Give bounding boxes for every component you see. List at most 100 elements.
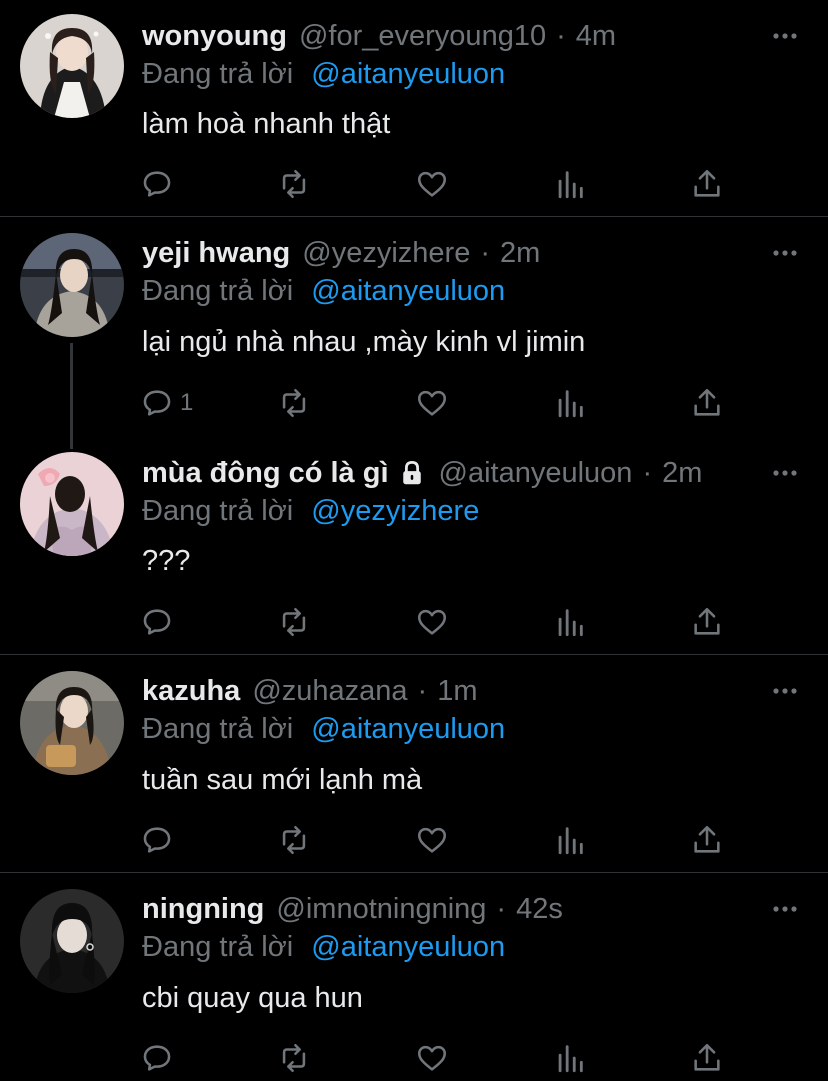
more-icon[interactable] <box>770 894 800 924</box>
tweet-actions <box>0 164 828 204</box>
timestamp[interactable]: 1m <box>437 671 477 711</box>
avatar[interactable] <box>20 14 124 118</box>
share-icon <box>694 825 720 853</box>
tweet-text: ??? <box>142 545 191 577</box>
avatar[interactable] <box>20 671 124 775</box>
share-button[interactable] <box>690 164 724 204</box>
reply-to-mention[interactable]: @aitanyeuluon <box>311 275 505 307</box>
username[interactable]: @aitanyeuluon <box>439 453 633 493</box>
views-button[interactable] <box>553 164 587 204</box>
reply-icon <box>143 609 171 635</box>
retweet-button[interactable] <box>277 1038 311 1078</box>
separator-dot: · <box>417 675 428 707</box>
replying-to-label: Đang trả lời <box>142 931 294 963</box>
timestamp[interactable]: 2m <box>662 453 702 493</box>
reply-count: 1 <box>180 389 194 416</box>
username[interactable]: @for_everyoung10 <box>299 16 546 56</box>
tweet-actions <box>0 820 828 860</box>
avatar[interactable] <box>20 452 124 556</box>
like-button[interactable] <box>415 602 449 642</box>
more-icon[interactable] <box>770 21 800 51</box>
views-icon <box>558 609 583 637</box>
more-icon[interactable] <box>770 458 800 488</box>
reply-to-mention[interactable]: @yezyizhere <box>311 495 479 527</box>
like-button[interactable] <box>415 164 449 204</box>
retweet-button[interactable] <box>277 164 311 204</box>
more-icon[interactable] <box>770 676 800 706</box>
reply-button[interactable]: 1 <box>140 383 193 423</box>
tweet[interactable]: mùa đông có là gì @aitanyeuluon · 2m Đan… <box>0 436 828 654</box>
retweet-icon <box>282 825 306 855</box>
display-name[interactable]: mùa đông có là gì <box>142 453 389 493</box>
reply-button[interactable] <box>140 1038 180 1078</box>
display-name[interactable]: ningning <box>142 889 264 929</box>
more-icon[interactable] <box>770 238 800 268</box>
reply-to-mention[interactable]: @aitanyeuluon <box>311 931 505 963</box>
display-name[interactable]: wonyoung <box>142 16 287 56</box>
share-button[interactable] <box>690 602 724 642</box>
reply-feed: wonyoung @for_everyoung10 · 4m Đang trả … <box>0 0 828 1081</box>
tweet-text: tuần sau mới lạnh mà <box>142 764 423 796</box>
reply-button[interactable] <box>140 164 180 204</box>
share-icon <box>694 607 720 635</box>
avatar[interactable] <box>20 889 124 993</box>
display-name[interactable]: kazuha <box>142 671 240 711</box>
retweet-button[interactable] <box>277 602 311 642</box>
tweet[interactable]: ningning @imnotningning · 42s Đang trả l… <box>0 873 828 1081</box>
separator-dot: · <box>642 457 653 489</box>
share-icon <box>694 1043 720 1071</box>
share-icon <box>694 169 720 197</box>
reply-to-mention[interactable]: @aitanyeuluon <box>311 713 505 745</box>
share-button[interactable] <box>690 383 724 423</box>
tweet-text: lại ngủ nhà nhau ,mày kinh vl jimin <box>142 326 586 358</box>
views-button[interactable] <box>553 1038 587 1078</box>
reply-button[interactable] <box>140 602 180 642</box>
like-icon <box>417 171 447 197</box>
share-button[interactable] <box>690 1038 724 1078</box>
tweet-text: cbi quay qua hun <box>142 982 363 1014</box>
views-button[interactable] <box>553 602 587 642</box>
tweet[interactable]: yeji hwang @yezyizhere · 2m Đang trả lời… <box>0 217 828 449</box>
replying-to-label: Đang trả lời <box>142 275 294 307</box>
tweet-actions <box>0 602 828 642</box>
separator-dot: · <box>480 237 490 269</box>
retweet-button[interactable] <box>277 820 311 860</box>
views-icon <box>558 827 583 855</box>
tweet-actions: 1 <box>0 383 828 423</box>
timestamp[interactable]: 2m <box>500 233 540 273</box>
timestamp[interactable]: 4m <box>576 16 616 56</box>
retweet-icon <box>282 169 306 199</box>
reply-to-mention[interactable]: @aitanyeuluon <box>311 58 505 90</box>
tweet[interactable]: kazuha @zuhazana · 1m Đang trả lời @aita… <box>0 655 828 872</box>
reply-icon <box>143 827 171 853</box>
share-button[interactable] <box>690 820 724 860</box>
display-name[interactable]: yeji hwang <box>142 233 290 273</box>
replying-to-label: Đang trả lời <box>142 713 294 745</box>
username[interactable]: @imnotningning <box>276 889 486 929</box>
views-icon <box>558 1045 583 1073</box>
tweet-actions <box>0 1038 828 1078</box>
retweet-button[interactable] <box>277 383 311 423</box>
views-icon <box>558 390 583 418</box>
replying-to-label: Đang trả lời <box>142 495 294 527</box>
like-button[interactable] <box>415 383 449 423</box>
tweet-text: làm hoà nhanh thật <box>142 108 391 140</box>
like-button[interactable] <box>415 1038 449 1078</box>
like-icon <box>417 827 447 853</box>
like-icon <box>417 1045 447 1071</box>
reply-button[interactable] <box>140 820 180 860</box>
avatar[interactable] <box>20 233 124 337</box>
reply-icon <box>143 1045 171 1071</box>
timestamp[interactable]: 42s <box>516 889 563 929</box>
retweet-icon <box>282 607 306 637</box>
views-button[interactable] <box>553 820 587 860</box>
like-button[interactable] <box>415 820 449 860</box>
reply-icon <box>143 390 171 416</box>
username[interactable]: @yezyizhere <box>302 233 470 273</box>
views-button[interactable] <box>553 383 587 423</box>
tweet[interactable]: wonyoung @for_everyoung10 · 4m Đang trả … <box>0 0 828 216</box>
like-icon <box>417 390 447 416</box>
retweet-icon <box>282 1043 306 1073</box>
reply-icon <box>143 171 171 197</box>
username[interactable]: @zuhazana <box>252 671 407 711</box>
